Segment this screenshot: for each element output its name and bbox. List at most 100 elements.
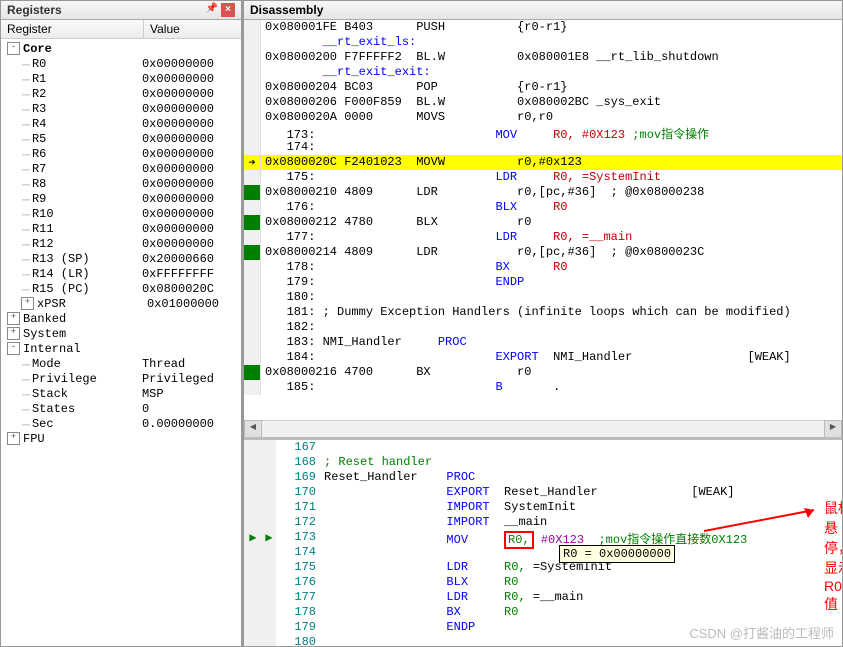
register-row[interactable]: ····R80x00000000 [1,176,241,191]
source-view[interactable]: 鼠标悬停，显示R0值 CSDN @打酱油的工程师 167168; Reset h… [244,437,842,646]
disassembly-view[interactable]: 0x080001FE B403 PUSH {r0-r1} __rt_exit_l… [244,20,842,420]
expand-icon[interactable]: - [7,342,20,355]
disasm-line[interactable]: 178: BX R0 [244,260,842,275]
register-row[interactable]: ····Sec0.00000000 [1,416,241,431]
scrollbar-horizontal[interactable]: ◀ ▶ [244,420,842,437]
register-name: R10 [32,207,142,221]
disasm-line[interactable]: 177: LDR R0, =__main [244,230,842,245]
mnemonic: LDR [315,230,517,244]
expand-icon[interactable]: + [7,312,20,325]
disasm-line[interactable]: 185: B . [244,380,842,395]
opcode-hex: 0000 [344,110,402,124]
disasm-line[interactable]: 179: ENDP [244,275,842,290]
operands: r0,r0 [452,110,553,124]
pin-icon[interactable]: 📌 [205,3,219,17]
disasm-line[interactable]: 176: BLX R0 [244,200,842,215]
disasm-line[interactable]: 182: [244,320,842,335]
disasm-line[interactable]: 0x08000200 F7FFFFF2 BL.W 0x080001E8 __rt… [244,50,842,65]
column-value[interactable]: Value [144,20,241,38]
disasm-line[interactable]: 0x08000206 F000F859 BL.W 0x080002BC _sys… [244,95,842,110]
register-row[interactable]: ····R120x00000000 [1,236,241,251]
source-line[interactable]: 178 BX R0 [244,605,842,620]
disasm-line[interactable]: 0x08000214 4809 LDR r0,[pc,#36] ; @0x080… [244,245,842,260]
disasm-line[interactable]: 0x08000212 4780 BLX r0 [244,215,842,230]
disasm-line[interactable]: 174: [244,140,842,155]
expand-icon[interactable]: + [7,327,20,340]
disasm-line[interactable]: ➔0x0800020C F2401023 MOVW r0,#0x123 [244,155,842,170]
expand-icon[interactable]: + [21,297,34,310]
scroll-left-icon[interactable]: ◀ [244,420,262,438]
disasm-line[interactable]: 0x0800020A 0000 MOVS r0,r0 [244,110,842,125]
register-row[interactable]: ····R13 (SP)0x20000660 [1,251,241,266]
registers-tree[interactable]: -Core····R00x00000000····R10x00000000···… [1,39,241,646]
register-value: 0x00000000 [142,147,214,161]
mnemonic: LDR [416,245,452,259]
expand-icon[interactable]: + [7,432,20,445]
register-row[interactable]: ····R40x00000000 [1,116,241,131]
disasm-line[interactable]: 183: NMI_Handler PROC [244,335,842,350]
register-row[interactable]: ····R30x00000000 [1,101,241,116]
register-row[interactable]: -Internal [1,341,241,356]
disasm-line[interactable]: 181: ; Dummy Exception Handlers (infinit… [244,305,842,320]
register-row[interactable]: ····R20x00000000 [1,86,241,101]
disasm-line[interactable]: 173: MOV R0, #0X123 ;mov指令操作 [244,125,842,140]
source-line[interactable]: 169Reset_Handler PROC [244,470,842,485]
source-line[interactable]: 167 [244,440,842,455]
scroll-right-icon[interactable]: ▶ [824,420,842,438]
register-value: 0x00000000 [142,222,214,236]
register-row[interactable]: ····R15 (PC)0x0800020C [1,281,241,296]
gutter [244,95,261,110]
register-row[interactable]: +System [1,326,241,341]
mnemonic: BLX [446,575,489,589]
expand-icon[interactable]: - [7,42,20,55]
register-row[interactable]: +FPU [1,431,241,446]
register-value: 0x00000000 [142,72,214,86]
source-line[interactable]: 170 EXPORT Reset_Handler [WEAK] [244,485,842,500]
gutter [244,200,261,215]
register-value: 0x00000000 [142,102,214,116]
gutter [244,50,261,65]
register-row[interactable]: ····R60x00000000 [1,146,241,161]
close-icon[interactable]: × [221,3,235,17]
source-line[interactable]: 175 LDR R0, =SystemInit [244,560,842,575]
source-line[interactable]: 168; Reset handler [244,455,842,470]
register-row[interactable]: ····R90x00000000 [1,191,241,206]
disasm-line[interactable]: 0x08000216 4700 BX r0 [244,365,842,380]
gutter [244,80,261,95]
source-line[interactable]: 176 BLX R0 [244,575,842,590]
address: 0x08000214 [265,245,337,259]
operands: =__main [526,590,584,604]
register-row[interactable]: +xPSR0x01000000 [1,296,241,311]
source-gutter: ▶ [244,530,262,545]
register-row[interactable]: ····States0 [1,401,241,416]
disasm-line[interactable]: 0x080001FE B403 PUSH {r0-r1} [244,20,842,35]
disasm-line[interactable]: 0x08000210 4809 LDR r0,[pc,#36] ; @0x080… [244,185,842,200]
register-value: 0x01000000 [147,297,219,311]
disasm-line[interactable]: __rt_exit_exit: [244,65,842,80]
source-line[interactable]: 179 ENDP [244,620,842,635]
source-line[interactable]: 177 LDR R0, =__main [244,590,842,605]
disasm-line[interactable]: 184: EXPORT NMI_Handler [WEAK] [244,350,842,365]
disasm-line[interactable]: __rt_exit_ls: [244,35,842,50]
operands: R0 [490,605,519,619]
register-row[interactable]: ····R70x00000000 [1,161,241,176]
disasm-line[interactable]: 175: LDR R0, =SystemInit [244,170,842,185]
source-line[interactable]: 174R0 = 0x00000000 [244,545,842,560]
register-row[interactable]: ····StackMSP [1,386,241,401]
register-row[interactable]: ····ModeThread [1,356,241,371]
disasm-line[interactable]: 180: [244,290,842,305]
src-lineno-inline: 174: [265,140,315,154]
register-row[interactable]: +Banked [1,311,241,326]
source-line[interactable]: 180 [244,635,842,646]
register-row[interactable]: ····R00x00000000 [1,56,241,71]
register-row[interactable]: -Core [1,41,241,56]
register-row[interactable]: ····R14 (LR)0xFFFFFFFF [1,266,241,281]
disasm-line[interactable]: 0x08000204 BC03 POP {r0-r1} [244,80,842,95]
register-row[interactable]: ····R10x00000000 [1,71,241,86]
operands: 0x080002BC _sys_exit [452,95,661,109]
register-row[interactable]: ····R50x00000000 [1,131,241,146]
register-row[interactable]: ····PrivilegePrivileged [1,371,241,386]
column-register[interactable]: Register [1,20,144,38]
register-row[interactable]: ····R100x00000000 [1,206,241,221]
register-row[interactable]: ····R110x00000000 [1,221,241,236]
